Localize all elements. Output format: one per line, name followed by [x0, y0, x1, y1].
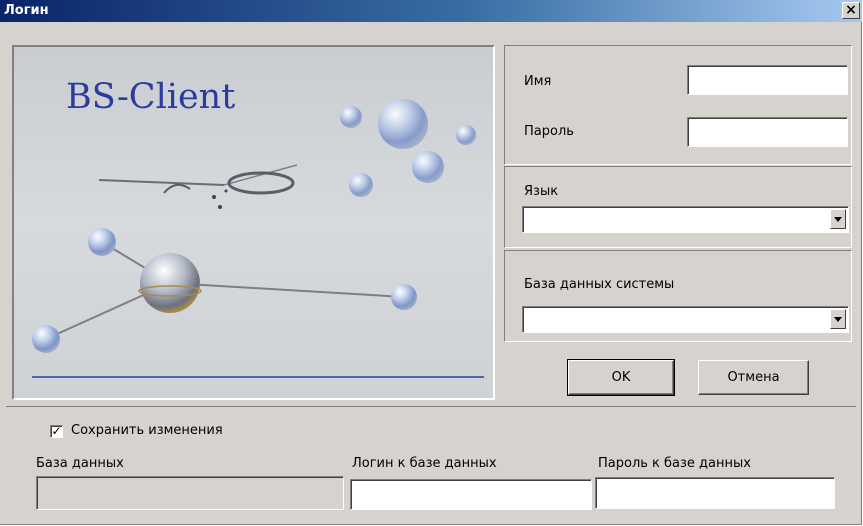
close-icon: × — [845, 2, 857, 18]
credentials-group: Имя Пароль — [504, 45, 852, 165]
db-password-input[interactable] — [595, 477, 835, 509]
splash-title: BS-Client — [66, 77, 236, 117]
database-label: База данных — [36, 456, 124, 471]
chevron-down-icon[interactable] — [830, 209, 846, 229]
language-label: Язык — [524, 184, 559, 199]
window-title: Логин — [4, 3, 49, 18]
name-label: Имя — [524, 74, 552, 89]
password-label: Пароль — [524, 124, 574, 139]
database-input[interactable] — [36, 476, 344, 510]
save-changes-label[interactable]: Сохранить изменения — [71, 423, 223, 438]
system-database-group: База данных системы — [504, 250, 852, 342]
db-login-input[interactable] — [350, 479, 592, 510]
splash-image-panel: BS-Client — [12, 45, 495, 400]
language-select[interactable] — [522, 206, 849, 233]
name-input[interactable] — [687, 65, 848, 95]
password-input[interactable] — [687, 117, 848, 147]
title-bar[interactable]: Логин × — [0, 0, 862, 22]
cancel-button[interactable]: Отмена — [698, 360, 809, 395]
system-database-select[interactable] — [522, 306, 849, 333]
close-button[interactable]: × — [842, 2, 860, 19]
system-database-label: База данных системы — [524, 277, 675, 292]
chevron-down-icon[interactable] — [830, 309, 846, 329]
db-password-label: Пароль к базе данных — [598, 456, 751, 471]
ok-button[interactable]: OK — [567, 359, 675, 396]
check-icon: ✓ — [51, 424, 62, 438]
db-login-label: Логин к базе данных — [352, 456, 497, 471]
save-changes-checkbox[interactable]: ✓ — [50, 425, 63, 438]
login-dialog: Логин × BS-Client Имя Пароль Язык База д… — [0, 0, 862, 525]
language-group: Язык — [504, 166, 852, 248]
